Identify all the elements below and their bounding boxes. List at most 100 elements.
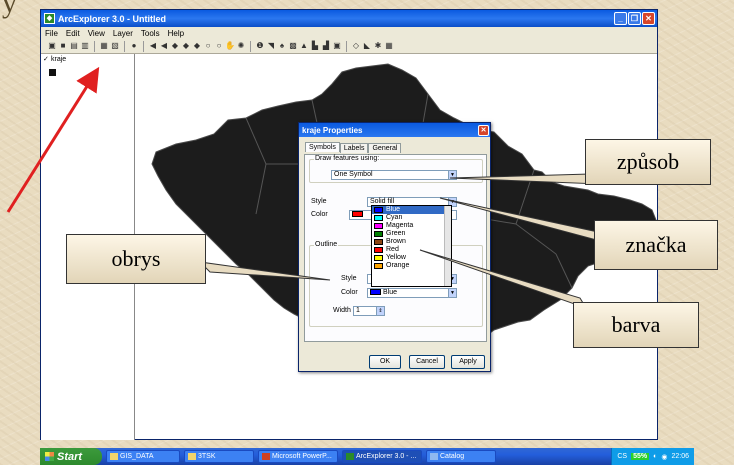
task-label: 3TSK — [198, 453, 216, 460]
task-catalog[interactable]: Catalog — [426, 450, 496, 463]
dialog-close-button[interactable]: ✕ — [478, 124, 489, 136]
list-scrollbar[interactable] — [444, 206, 451, 286]
menu-view[interactable]: View — [88, 29, 105, 38]
ok-button[interactable]: OK — [369, 355, 401, 369]
task-arcexplorer[interactable]: ArcExplorer 3.0 - ... — [342, 450, 422, 463]
chevron-down-icon[interactable]: ▼ — [448, 289, 456, 297]
battery-indicator[interactable]: 55% — [631, 453, 650, 460]
color-option[interactable]: Green — [372, 230, 451, 238]
network-icon[interactable]: ◐ — [653, 453, 657, 460]
close-button[interactable]: ✕ — [642, 12, 655, 25]
zoom-active-icon[interactable]: ◆ — [192, 41, 202, 51]
stop-icon[interactable]: ● — [129, 41, 139, 51]
magnify-out-icon[interactable]: ○ — [214, 41, 224, 51]
color-option-label: Brown — [386, 238, 406, 245]
task-label: ArcExplorer 3.0 - ... — [356, 453, 417, 460]
volume-icon[interactable]: ◉ — [661, 453, 667, 461]
color-option[interactable]: Orange — [372, 262, 451, 270]
task-3tsk[interactable]: 3TSK — [184, 450, 254, 463]
callout-zpusob: způsob — [585, 139, 711, 185]
zoom-in-icon[interactable]: ◀ — [148, 41, 158, 51]
folder-icon — [188, 453, 196, 460]
window-titlebar[interactable]: ◆ ArcExplorer 3.0 - Untitled _ ❐ ✕ — [41, 10, 657, 27]
task-powerpoint[interactable]: Microsoft PowerP... — [258, 450, 338, 463]
menu-tools[interactable]: Tools — [141, 29, 160, 38]
graph-icon[interactable]: ✱ — [373, 41, 383, 51]
task-label: Catalog — [440, 453, 465, 460]
add-layer-icon[interactable]: ▤ — [69, 41, 79, 51]
chevron-down-icon[interactable]: ▼ — [448, 171, 456, 179]
color-option[interactable]: Red — [372, 246, 451, 254]
task-gis-data[interactable]: GIS_DATA — [106, 450, 180, 463]
query-icon[interactable]: ▩ — [288, 41, 298, 51]
tab-general[interactable]: General — [368, 143, 402, 153]
task-label: Microsoft PowerP... — [272, 453, 332, 460]
style-label: Style — [311, 198, 327, 205]
print-icon[interactable]: ▧ — [110, 41, 120, 51]
start-label: Start — [57, 450, 83, 463]
apply-button[interactable]: Apply — [451, 355, 485, 369]
find-icon[interactable]: ♠ — [277, 41, 287, 51]
pan-hand-icon[interactable]: ✋ — [225, 41, 235, 51]
color-option-label: Red — [386, 246, 399, 253]
menu-layer[interactable]: Layer — [113, 29, 133, 38]
spinner-arrows-icon[interactable]: ⇕ — [376, 307, 384, 315]
color-dropdown-list[interactable]: Blue Cyan Magenta Green Brown Red Yellow… — [371, 205, 452, 287]
menu-file[interactable]: File — [45, 29, 58, 38]
layout-icon[interactable]: ▦ — [99, 41, 109, 51]
dialog-titlebar[interactable]: kraje Properties ✕ — [299, 123, 490, 137]
menu-help[interactable]: Help — [168, 29, 184, 38]
dialog-title: kraje Properties — [302, 125, 363, 135]
hyperlink-icon[interactable]: ▙ — [310, 41, 320, 51]
toolbar-separator — [124, 40, 125, 52]
clock[interactable]: 22:06 — [671, 453, 689, 460]
draw-features-select[interactable]: One Symbol ▼ — [331, 170, 457, 180]
color-option[interactable]: Magenta — [372, 222, 451, 230]
cancel-button[interactable]: Cancel — [409, 355, 445, 369]
attributes-icon[interactable]: ▣ — [332, 41, 342, 51]
language-indicator[interactable]: CS — [617, 453, 627, 460]
zoom-out-icon[interactable]: ◀ — [159, 41, 169, 51]
windows-logo-icon — [45, 452, 54, 461]
layer-name[interactable]: kraje — [51, 56, 66, 63]
window-title: ArcExplorer 3.0 - Untitled — [58, 13, 167, 24]
color-option[interactable]: Brown — [372, 238, 451, 246]
tab-labels[interactable]: Labels — [339, 143, 369, 153]
identify-icon[interactable]: ❶ — [255, 41, 265, 51]
minimize-button[interactable]: _ — [614, 12, 627, 25]
catalog-icon — [430, 453, 438, 460]
buffer-icon[interactable]: ▟ — [321, 41, 331, 51]
color-swatch — [374, 223, 383, 229]
zoom-layer-icon[interactable]: ◆ — [170, 41, 180, 51]
open-folder-icon[interactable]: ▥ — [80, 41, 90, 51]
layer-checkbox[interactable]: ✓ — [43, 56, 49, 63]
pointer-icon[interactable]: ◣ — [362, 41, 372, 51]
toolbar-separator — [143, 40, 144, 52]
color-option[interactable]: Blue — [372, 206, 451, 214]
globe-icon[interactable]: ✺ — [236, 41, 246, 51]
maximize-button[interactable]: ❐ — [628, 12, 641, 25]
magnify-icon[interactable]: ○ — [203, 41, 213, 51]
tab-symbols[interactable]: Symbols — [305, 142, 340, 152]
outline-color-swatch — [370, 289, 381, 296]
start-button[interactable]: Start — [40, 448, 102, 465]
open-icon[interactable]: ▣ — [47, 41, 57, 51]
table-icon[interactable]: ▦ — [384, 41, 394, 51]
powerpoint-icon — [262, 453, 270, 460]
draw-icon[interactable]: ◇ — [351, 41, 361, 51]
color-option-label: Magenta — [386, 222, 414, 229]
measure-icon[interactable]: ▲ — [299, 41, 309, 51]
color-swatch — [374, 207, 383, 213]
select-icon[interactable]: ◥ — [266, 41, 276, 51]
save-icon[interactable]: ■ — [58, 41, 68, 51]
arcexplorer-icon: ◆ — [44, 13, 55, 24]
zoom-extent-icon[interactable]: ◆ — [181, 41, 191, 51]
color-option[interactable]: Cyan — [372, 214, 451, 222]
color-swatch — [374, 255, 383, 261]
layer-row[interactable]: ✓ kraje — [43, 56, 66, 64]
width-spinner[interactable]: 1 ⇕ — [353, 306, 385, 316]
menu-edit[interactable]: Edit — [66, 29, 80, 38]
outline-color-select[interactable]: Blue ▼ — [367, 288, 457, 298]
toolbar: ▣ ■ ▤ ▥ ▦ ▧ ● ◀ ◀ ◆ ◆ ◆ ○ ○ ✋ ✺ ❶ ◥ ♠ ▩ … — [41, 39, 657, 54]
color-option[interactable]: Yellow — [372, 254, 451, 262]
